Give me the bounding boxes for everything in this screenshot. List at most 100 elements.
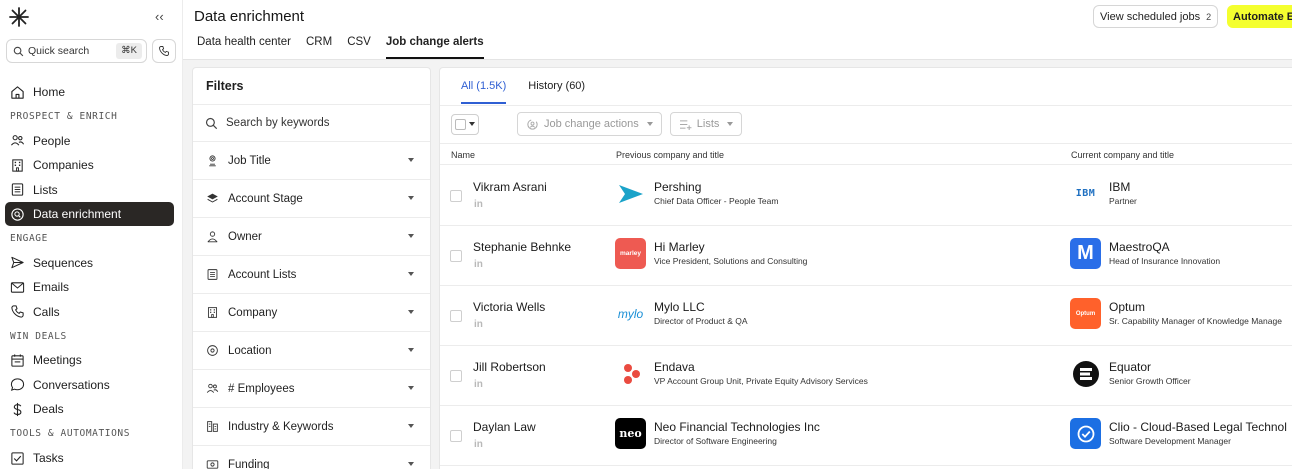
sidebar-item-companies[interactable]: Companies xyxy=(0,153,183,177)
row-checkbox[interactable] xyxy=(450,430,462,442)
sidebar-item-sequences[interactable]: Sequences xyxy=(0,251,183,275)
nav-section-win-deals: WIN DEALS xyxy=(0,324,183,348)
sidebar-item-lists[interactable]: Lists xyxy=(0,178,183,202)
filter-job-title[interactable]: Job Title xyxy=(193,142,430,180)
column-header-previous: Previous company and title xyxy=(616,150,725,160)
table-row[interactable]: Vikram Asrani in Pershing Chief Data Office… xyxy=(440,166,1292,226)
filter-list: Job Title Account Stage Owner Account Lists… xyxy=(193,142,430,469)
row-checkbox[interactable] xyxy=(450,190,462,202)
previous-company-name[interactable]: Endava xyxy=(654,360,868,375)
person-name[interactable]: Stephanie Behnke xyxy=(473,240,571,254)
filter-funding[interactable]: Funding xyxy=(193,446,430,469)
sidebar-item-deals[interactable]: Deals xyxy=(0,397,183,421)
tab-csv[interactable]: CSV xyxy=(347,36,371,59)
phone-icon xyxy=(11,305,24,318)
lists-button[interactable]: Lists xyxy=(669,112,743,136)
clio-logo xyxy=(1070,418,1101,449)
row-checkbox[interactable] xyxy=(450,250,462,262)
previous-company: Pershing Chief Data Officer - People Team xyxy=(615,178,778,209)
previous-company-name[interactable]: Neo Financial Technologies Inc xyxy=(654,420,820,435)
divider xyxy=(440,105,1292,106)
sidebar-item-people[interactable]: People xyxy=(0,129,183,153)
sidebar-item-conversations[interactable]: Conversations xyxy=(0,373,183,397)
sidebar-item-meetings[interactable]: Meetings xyxy=(0,348,183,372)
tab-history-60[interactable]: History (60) xyxy=(528,80,585,104)
endava-logo xyxy=(615,358,646,389)
filter-account-stage[interactable]: Account Stage xyxy=(193,180,430,218)
person-name[interactable]: Vikram Asrani xyxy=(473,180,547,194)
filter-owner[interactable]: Owner xyxy=(193,218,430,256)
quick-search-placeholder: Quick search xyxy=(28,45,90,57)
previous-company: Endava VP Account Group Unit, Private Equ… xyxy=(615,358,868,389)
add-to-list-icon xyxy=(679,119,692,130)
sidebar-item-tasks[interactable]: Tasks xyxy=(0,446,183,469)
previous-company-name[interactable]: Hi Marley xyxy=(654,240,807,255)
filter-account-lists[interactable]: Account Lists xyxy=(193,256,430,294)
nav-section-engage: ENGAGE xyxy=(0,226,183,250)
current-company-name[interactable]: MaestroQA xyxy=(1109,240,1220,255)
layers-icon xyxy=(207,193,218,203)
person-name[interactable]: Daylan Law xyxy=(473,420,536,434)
chevron-down-icon xyxy=(408,424,414,428)
filter-search-placeholder: Search by keywords xyxy=(226,117,330,129)
logo-icon[interactable] xyxy=(8,6,30,28)
collapse-sidebar-button[interactable]: ‹‹ xyxy=(155,9,164,24)
sidebar-item-data-enrichment[interactable]: Data enrichment xyxy=(5,201,174,227)
filter-keyword-search[interactable]: Search by keywords xyxy=(193,105,430,142)
previous-company-name[interactable]: Mylo LLC xyxy=(654,300,748,315)
job-change-actions-button[interactable]: Job change actions xyxy=(517,112,662,136)
linkedin-icon[interactable]: in xyxy=(474,199,483,210)
table-header: Name Previous company and title Current … xyxy=(440,143,1292,165)
send-icon xyxy=(11,257,24,269)
previous-title: Director of Software Engineering xyxy=(654,436,777,446)
linkedin-icon[interactable]: in xyxy=(474,259,483,270)
sidebar-item-label: Companies xyxy=(33,158,94,173)
phone-icon xyxy=(159,46,169,56)
tab-data-health-center[interactable]: Data health center xyxy=(197,36,291,59)
column-header-name: Name xyxy=(451,150,476,160)
filter-employees[interactable]: # Employees xyxy=(193,370,430,408)
linkedin-icon[interactable]: in xyxy=(474,439,483,450)
view-scheduled-jobs-button[interactable]: View scheduled jobs 2 xyxy=(1093,5,1219,28)
row-checkbox[interactable] xyxy=(450,310,462,322)
current-company-name[interactable]: IBM xyxy=(1109,180,1137,195)
filter-location[interactable]: Location xyxy=(193,332,430,370)
select-all-dropdown[interactable] xyxy=(451,113,479,135)
linkedin-icon[interactable]: in xyxy=(474,379,483,390)
previous-title: Chief Data Officer - People Team xyxy=(654,196,779,206)
job-change-table-panel: All (1.5K) History (60) Job change action… xyxy=(439,67,1292,469)
search-icon xyxy=(13,46,24,56)
person-name[interactable]: Victoria Wells xyxy=(473,300,545,314)
linkedin-icon[interactable]: in xyxy=(474,319,483,330)
optum-logo: Optum xyxy=(1070,298,1101,329)
quick-search-input[interactable]: Quick search ⌘K xyxy=(6,39,147,63)
filter-label: Job Title xyxy=(228,154,271,167)
current-title: Sr. Capability Manager of Knowledge Mana… xyxy=(1109,316,1282,326)
previous-company-name[interactable]: Pershing xyxy=(654,180,778,195)
table-row[interactable]: Jill Robertson in Endava VP Account Group U… xyxy=(440,346,1292,406)
table-row[interactable]: Victoria Wells in mylo Mylo LLC Director of … xyxy=(440,286,1292,346)
automate-enrichment-button[interactable]: Automate En xyxy=(1227,5,1292,28)
filter-company[interactable]: Company xyxy=(193,294,430,332)
sidebar-item-emails[interactable]: Emails xyxy=(0,275,183,299)
sidebar-item-home[interactable]: Home xyxy=(0,80,183,104)
dialer-button[interactable] xyxy=(152,39,176,63)
dollar-icon xyxy=(13,402,22,416)
tab-crm[interactable]: CRM xyxy=(306,36,332,59)
sidebar-item-calls[interactable]: Calls xyxy=(0,300,183,324)
row-checkbox[interactable] xyxy=(450,370,462,382)
refresh-person-icon xyxy=(527,118,538,130)
tab-job-change-alerts[interactable]: Job change alerts xyxy=(385,36,484,59)
person-name[interactable]: Jill Robertson xyxy=(473,360,546,374)
nav-section-label: PROSPECT & ENRICH xyxy=(10,111,118,123)
current-company-name[interactable]: Optum xyxy=(1109,300,1282,315)
table-row[interactable]: Daylan Law in neo Neo Financial Technologie… xyxy=(440,406,1292,466)
table-row[interactable]: Stephanie Behnke in marley Hi Marley Vice Pr… xyxy=(440,226,1292,286)
current-company-name[interactable]: Equator xyxy=(1109,360,1191,375)
current-company-name[interactable]: Clio - Cloud-Based Legal Technol xyxy=(1109,420,1287,435)
filter-label: Owner xyxy=(228,230,262,243)
filter-industry-keywords[interactable]: Industry & Keywords xyxy=(193,408,430,446)
select-all-checkbox[interactable] xyxy=(455,118,466,130)
tab-all-1-5k[interactable]: All (1.5K) xyxy=(461,80,507,104)
current-company: Clio - Cloud-Based Legal Technol Software… xyxy=(1070,418,1287,449)
